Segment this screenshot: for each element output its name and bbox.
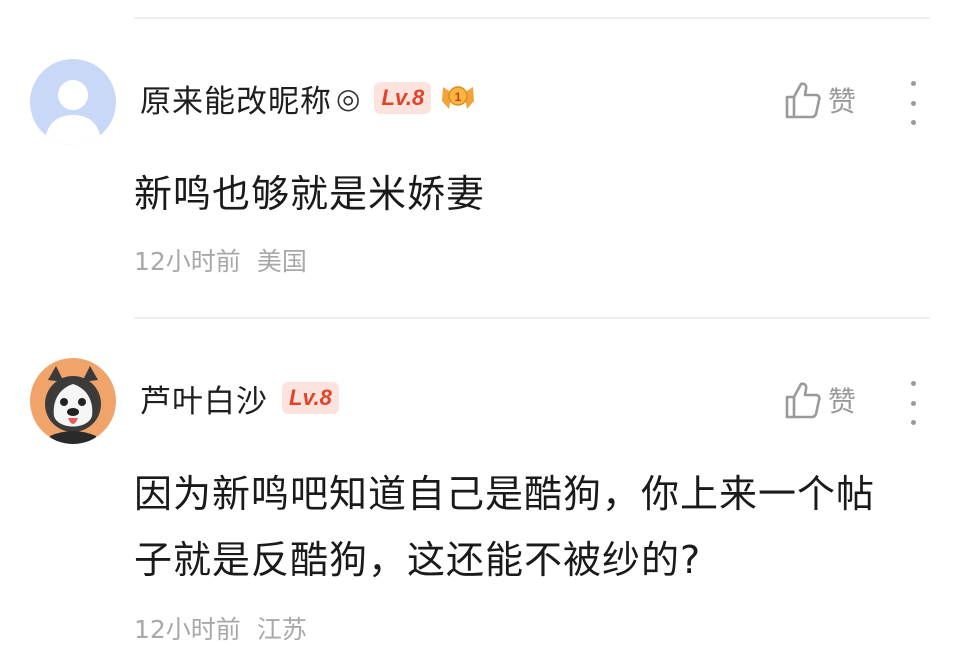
more-options-button[interactable]	[908, 81, 918, 125]
thumbs-up-icon	[785, 82, 821, 119]
comment-location: 美国	[256, 247, 307, 276]
avatar-husky[interactable]	[30, 358, 116, 444]
username[interactable]: 原来能改昵称	[140, 76, 332, 121]
thumbs-up-icon	[785, 382, 821, 419]
level-badge: Lv.8	[374, 82, 432, 114]
more-dot	[910, 400, 916, 406]
comment-meta: 12小时前 江苏	[134, 610, 307, 646]
comment-time: 12小时前	[134, 615, 241, 644]
comment-text: 因为新鸣吧知道自己是酷狗，你上来一个帖子就是反酷狗，这还能不被纱的?	[134, 472, 876, 582]
husky-avatar-icon	[30, 358, 116, 444]
more-dot	[910, 420, 916, 425]
default-avatar-icon	[30, 59, 116, 145]
divider-middle	[134, 317, 930, 319]
user-info-row: 原来能改昵称 ◎ Lv.8 1	[140, 76, 477, 120]
comment-text: 新鸣也够就是米娇妻	[134, 172, 486, 216]
like-label: 赞	[827, 85, 856, 118]
like-button[interactable]: 赞	[784, 380, 856, 420]
more-options-button[interactable]	[908, 381, 918, 425]
like-button[interactable]: 赞	[784, 80, 856, 120]
medal-badge-icon: 1	[439, 79, 477, 117]
verified-icon: ◎	[336, 81, 361, 115]
level-badge: Lv.8	[282, 382, 339, 414]
more-dot	[910, 120, 916, 125]
username[interactable]: 芦叶白沙	[140, 376, 268, 421]
more-dot	[910, 100, 916, 106]
divider-top	[134, 17, 930, 19]
svg-text:1: 1	[455, 90, 462, 104]
comment-meta: 12小时前 美国	[134, 242, 307, 278]
comment-time: 12小时前	[134, 247, 241, 276]
more-dot	[910, 81, 916, 86]
comment-location: 江苏	[256, 615, 307, 644]
user-info-row: 芦叶白沙 Lv.8	[140, 376, 339, 420]
avatar-default[interactable]	[30, 59, 116, 145]
like-label: 赞	[827, 385, 856, 418]
more-dot	[910, 381, 916, 386]
